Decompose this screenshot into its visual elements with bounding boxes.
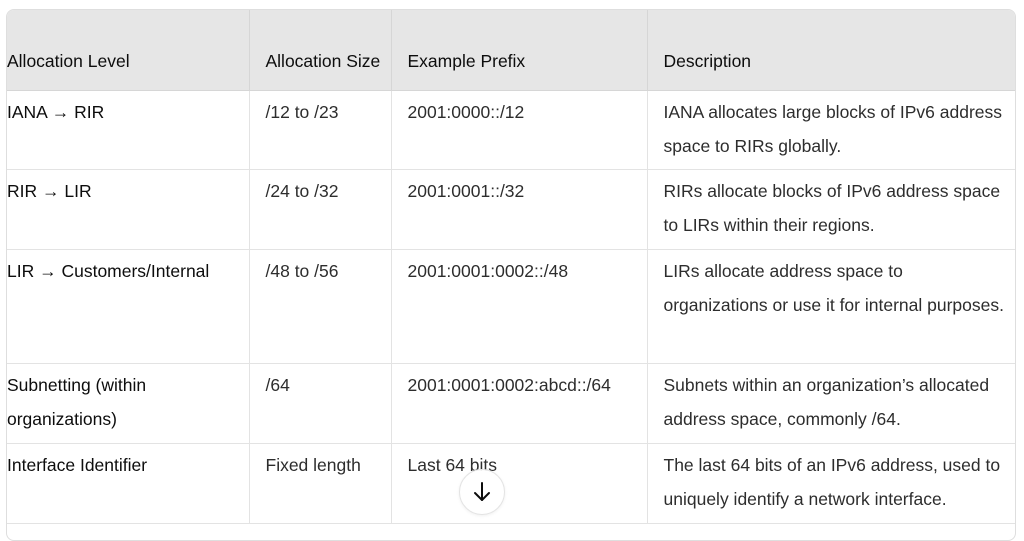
cell-allocation-size: /24 to /32 <box>249 169 392 250</box>
cell-example-prefix: Last 64 bits <box>391 443 648 524</box>
table-row: Subnetting (within organizations) /64 20… <box>7 363 1015 444</box>
cell-allocation-level: RIR → LIR <box>7 169 250 250</box>
cell-allocation-level: Interface Identifier <box>7 443 250 524</box>
cell-description: The last 64 bits of an IPv6 address, use… <box>647 443 1015 524</box>
cell-example-prefix: 2001:0001:0002:abcd::/64 <box>391 363 648 444</box>
cell-allocation-size: Fixed length <box>249 443 392 524</box>
cell-description: Subnets within an organization’s allocat… <box>647 363 1015 444</box>
header-allocation-size: Allocation Size <box>249 10 392 91</box>
cell-allocation-size: /48 to /56 <box>249 249 392 364</box>
cell-example-prefix: 2001:0001:0002::/48 <box>391 249 648 364</box>
cell-allocation-level: IANA → RIR <box>7 90 250 170</box>
cell-description: RIRs allocate blocks of IPv6 address spa… <box>647 169 1015 250</box>
cell-allocation-size: /12 to /23 <box>249 90 392 170</box>
table-row: IANA → RIR /12 to /23 2001:0000::/12 IAN… <box>7 90 1015 170</box>
cell-example-prefix: 2001:0000::/12 <box>391 90 648 170</box>
cell-description: IANA allocates large blocks of IPv6 addr… <box>647 90 1015 170</box>
table-row: RIR → LIR /24 to /32 2001:0001::/32 RIRs… <box>7 169 1015 250</box>
cell-example-prefix: 2001:0001::/32 <box>391 169 648 250</box>
header-description: Description <box>647 10 1015 91</box>
allocation-table-container: Allocation Level Allocation Size Example… <box>6 9 1016 541</box>
cell-allocation-level: LIR → Customers/Internal <box>7 249 250 364</box>
scroll-to-bottom-button[interactable] <box>459 469 505 515</box>
arrow-down-icon <box>472 481 492 503</box>
cell-allocation-size: /64 <box>249 363 392 444</box>
cell-allocation-level: Subnetting (within organizations) <box>7 363 250 444</box>
ipv6-allocation-table: Allocation Level Allocation Size Example… <box>7 10 1015 524</box>
header-allocation-level: Allocation Level <box>7 10 250 91</box>
table-row: LIR → Customers/Internal /48 to /56 2001… <box>7 249 1015 364</box>
header-example-prefix: Example Prefix <box>391 10 648 91</box>
table-row: Interface Identifier Fixed length Last 6… <box>7 443 1015 524</box>
cell-description: LIRs allocate address space to organizat… <box>647 249 1015 364</box>
table-header-row: Allocation Level Allocation Size Example… <box>7 10 1015 91</box>
